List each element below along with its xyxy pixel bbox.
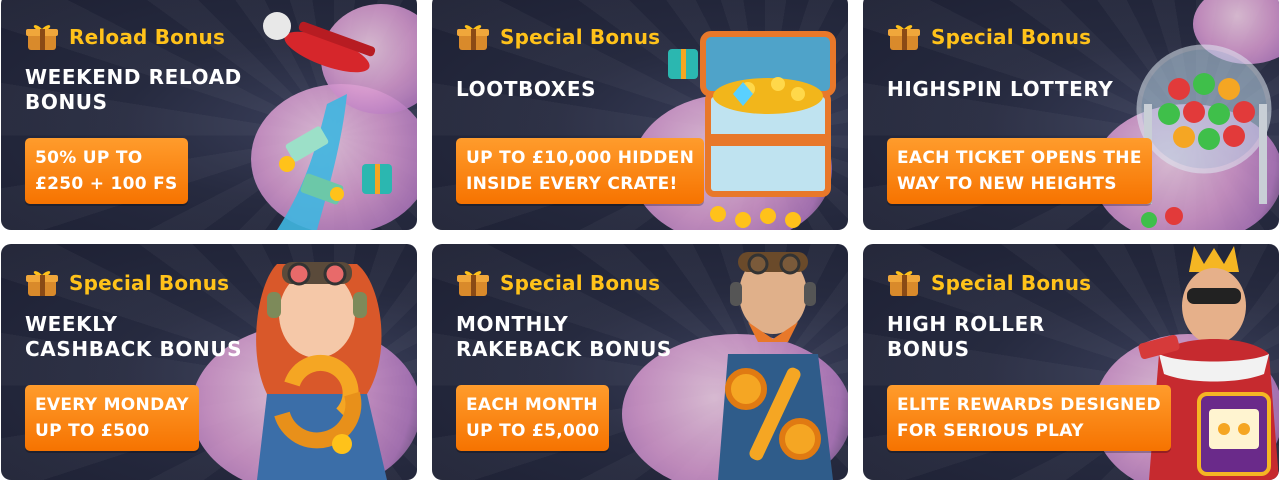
bonus-title: MONTHLY RAKEBACK BONUS (456, 312, 672, 361)
bonus-card-monthly-rakeback[interactable]: Special Bonus MONTHLY RAKEBACK BONUS EAC… (432, 244, 848, 480)
bonus-tag: Special Bonus (456, 268, 660, 298)
bonus-tag: Special Bonus (456, 22, 660, 52)
bonus-title: LOOTBOXES (456, 77, 597, 101)
gift-box-icon (888, 271, 920, 296)
bonus-tag: Reload Bonus (25, 22, 225, 52)
bonus-title: HIGH ROLLER BONUS (887, 312, 1045, 361)
bonus-card-weekly-cashback[interactable]: Special Bonus WEEKLY CASHBACK BONUS EVER… (1, 244, 417, 480)
bonus-card-highspin-lottery[interactable]: Special Bonus HIGHSPIN LOTTERY EACH TICK… (863, 0, 1279, 230)
bonus-grid: Reload Bonus WEEKEND RELOAD BONUS 50% UP… (0, 0, 1280, 480)
bonus-offer-button[interactable]: EACH MONTH UP TO £5,000 (456, 385, 610, 451)
bonus-tag: Special Bonus (887, 268, 1091, 298)
bonus-offer-button[interactable]: UP TO £10,000 HIDDEN INSIDE EVERY CRATE! (456, 138, 705, 204)
bonus-offer-button[interactable]: ELITE REWARDS DESIGNED FOR SERIOUS PLAY (887, 385, 1171, 451)
airplane-and-money-icon (263, 12, 392, 230)
bonus-card-weekend-reload[interactable]: Reload Bonus WEEKEND RELOAD BONUS 50% UP… (1, 0, 417, 230)
bonus-title: WEEKLY CASHBACK BONUS (25, 312, 243, 361)
gift-box-icon (26, 271, 58, 296)
bonus-offer-button[interactable]: EACH TICKET OPENS THE WAY TO NEW HEIGHTS (887, 138, 1152, 204)
pilot-percent-icon (718, 252, 833, 480)
bonus-card-high-roller[interactable]: Special Bonus HIGH ROLLER BONUS ELITE RE… (863, 244, 1279, 480)
bonus-card-lootboxes[interactable]: Special Bonus LOOTBOXES UP TO £10,000 HI… (432, 0, 848, 230)
bonus-offer-button[interactable]: EVERY MONDAY UP TO £500 (25, 385, 199, 451)
pilot-girl-cashback-icon (256, 262, 387, 480)
gift-box-icon (457, 25, 489, 50)
gift-box-icon (26, 25, 58, 50)
bonus-title: HIGHSPIN LOTTERY (887, 77, 1114, 101)
bonus-tag: Special Bonus (25, 268, 229, 298)
bonus-offer-button[interactable]: 50% UP TO £250 + 100 FS (25, 138, 188, 204)
bonus-tag: Special Bonus (887, 22, 1091, 52)
bonus-title: WEEKEND RELOAD BONUS (25, 65, 242, 114)
gift-box-icon (888, 25, 920, 50)
gift-box-icon (457, 271, 489, 296)
